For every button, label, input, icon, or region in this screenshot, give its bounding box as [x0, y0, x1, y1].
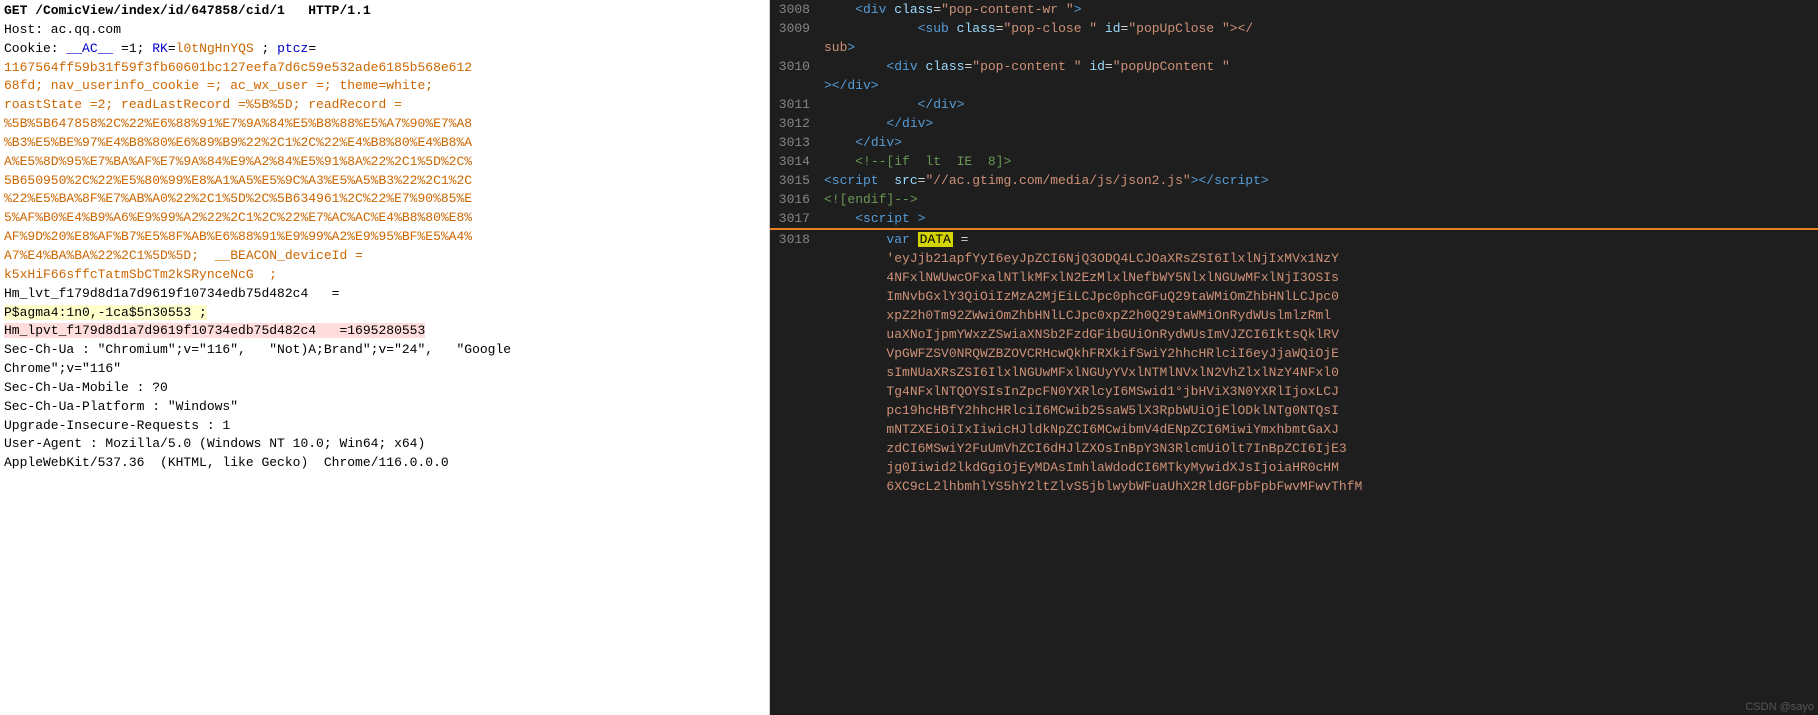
line-content-3008: <div class="pop-content-wr "> — [818, 0, 1818, 19]
code-line-v6: VpGWFZSV0NRQWZBZOVCRHcwQkhFRXkifSwiY2hhc… — [770, 344, 1818, 363]
code-line-3014: 3014 <!--[if lt IE 8]> — [770, 152, 1818, 171]
line-content-v7: sImNUaXRsZSI6IlxlNGUwMFxlNGUyYVxlNTMlNVx… — [818, 363, 1818, 382]
line-content-v1: 'eyJjb21apfYyI6eyJpZCI6NjQ3ODQ4LCJOaXRsZ… — [818, 249, 1818, 268]
line-num-v9 — [770, 401, 818, 420]
code-line-v5: uaXNoIjpmYWxzZSwiaXNSb2FzdGFibGUiOnRydWU… — [770, 325, 1818, 344]
line-num-v6 — [770, 344, 818, 363]
code-line-3009: 3009 <sub class="pop-close " id="popUpCl… — [770, 19, 1818, 38]
line-num-3013: 3013 — [770, 133, 818, 152]
line-content-v2: 4NFxlNWUwcOFxalNTlkMFxlN2EzMlxlNefbWY5Nl… — [818, 268, 1818, 287]
line-content-3016: <![endif]--> — [818, 190, 1818, 209]
line-num-v5 — [770, 325, 818, 344]
line-content-v10: mNTZXEiOiIxIiwicHJldkNpZCI6MCwibmV4dENpZ… — [818, 420, 1818, 439]
line-num-v8 — [770, 382, 818, 401]
line-num-3017: 3017 — [770, 209, 818, 228]
line-num-3008: 3008 — [770, 0, 818, 19]
line-content-v5: uaXNoIjpmYWxzZSwiaXNSb2FzdGFibGUiOnRydWU… — [818, 325, 1818, 344]
line-content-v11: zdCI6MSwiY2FuUmVhZCI6dHJlZXOsInBpY3N3Rlc… — [818, 439, 1818, 458]
code-line-3013: 3013 </div> — [770, 133, 1818, 152]
line-num-v4 — [770, 306, 818, 325]
line-content-3009: <sub class="pop-close " id="popUpClose "… — [818, 19, 1818, 38]
line-content-v12: jg0Iiwid2lkdGgiOjEyMDAsImhlaWdodCI6MTkyM… — [818, 458, 1818, 477]
line-num-v2 — [770, 268, 818, 287]
line-content-3012: </div> — [818, 114, 1818, 133]
code-line-3012: 3012 </div> — [770, 114, 1818, 133]
code-line-v13: 6XC9cL2lhbmhlYS5hY2ltZlvS5jblwybWFuaUhX2… — [770, 477, 1818, 496]
line-content-v8: Tg4NFxlNTQOYSIsInZpcFN0YXRlcyI6MSwid1°jb… — [818, 382, 1818, 401]
line-num-3009b — [770, 38, 818, 57]
line-num-v1 — [770, 249, 818, 268]
line-content-3013: </div> — [818, 133, 1818, 152]
line-num-v12 — [770, 458, 818, 477]
code-line-v3: ImNvbGxlY3QiOiIzMzA2MjEiLCJpc0phcGFuQ29t… — [770, 287, 1818, 306]
line-content-3011: </div> — [818, 95, 1818, 114]
line-content-v9: pc19hcHBfY2hhcHRlciI6MCwib25saW5lX3RpbWU… — [818, 401, 1818, 420]
code-line-v1: 'eyJjb21apfYyI6eyJpZCI6NjQ3ODQ4LCJOaXRsZ… — [770, 249, 1818, 268]
line-content-3017: <script > — [818, 209, 1818, 228]
line-num-3012: 3012 — [770, 114, 818, 133]
line-num-v7 — [770, 363, 818, 382]
line-content-3010b: ></div> — [818, 76, 1818, 95]
line-content-v6: VpGWFZSV0NRQWZBZOVCRHcwQkhFRXkifSwiY2hhc… — [818, 344, 1818, 363]
code-line-v8: Tg4NFxlNTQOYSIsInZpcFN0YXRlcyI6MSwid1°jb… — [770, 382, 1818, 401]
line-num-v11 — [770, 439, 818, 458]
line-content-3009b: sub> — [818, 38, 1818, 57]
code-line-v7: sImNUaXRsZSI6IlxlNGUwMFxlNGUyYVxlNTMlNVx… — [770, 363, 1818, 382]
right-panel: 3008 <div class="pop-content-wr "> 3009 … — [770, 0, 1818, 715]
code-line-3018: 3018 var DATA = — [770, 228, 1818, 249]
line-content-v13: 6XC9cL2lhbmhlYS5hY2ltZlvS5jblwybWFuaUhX2… — [818, 477, 1818, 496]
left-panel: GET /ComicView/index/id/647858/cid/1 HTT… — [0, 0, 770, 715]
line-content-3015: <script src="//ac.gtimg.com/media/js/jso… — [818, 171, 1818, 190]
code-line-v2: 4NFxlNWUwcOFxalNTlkMFxlN2EzMlxlNefbWY5Nl… — [770, 268, 1818, 287]
line-content-3010: <div class="pop-content " id="popUpConte… — [818, 57, 1818, 76]
code-line-3009b: sub> — [770, 38, 1818, 57]
code-line-v4: xpZ2h0Tm92ZWwiOmZhbHNlLCJpc0xpZ2h0Q29taW… — [770, 306, 1818, 325]
line-num-3014: 3014 — [770, 152, 818, 171]
code-line-3017: 3017 <script > — [770, 209, 1818, 228]
line-num-3010b — [770, 76, 818, 95]
line-num-v13 — [770, 477, 818, 496]
code-line-v9: pc19hcHBfY2hhcHRlciI6MCwib25saW5lX3RpbWU… — [770, 401, 1818, 420]
code-line-3008: 3008 <div class="pop-content-wr "> — [770, 0, 1818, 19]
code-line-v12: jg0Iiwid2lkdGgiOjEyMDAsImhlaWdodCI6MTkyM… — [770, 458, 1818, 477]
watermark: CSDN @sayo — [1745, 701, 1814, 713]
line-num-3018: 3018 — [770, 228, 818, 249]
code-line-3010: 3010 <div class="pop-content " id="popUp… — [770, 57, 1818, 76]
line-num-3016: 3016 — [770, 190, 818, 209]
line-content-v3: ImNvbGxlY3QiOiIzMzA2MjEiLCJpc0phcGFuQ29t… — [818, 287, 1818, 306]
code-line-v11: zdCI6MSwiY2FuUmVhZCI6dHJlZXOsInBpY3N3Rlc… — [770, 439, 1818, 458]
line-num-3015: 3015 — [770, 171, 818, 190]
line-content-v4: xpZ2h0Tm92ZWwiOmZhbHNlLCJpc0xpZ2h0Q29taW… — [818, 306, 1818, 325]
code-line-3015: 3015 <script src="//ac.gtimg.com/media/j… — [770, 171, 1818, 190]
line-num-3011: 3011 — [770, 95, 818, 114]
code-line-v10: mNTZXEiOiIxIiwicHJldkNpZCI6MCwibmV4dENpZ… — [770, 420, 1818, 439]
code-line-3010b: ></div> — [770, 76, 1818, 95]
line-num-v10 — [770, 420, 818, 439]
request-text: GET /ComicView/index/id/647858/cid/1 HTT… — [4, 2, 765, 473]
line-num-3010: 3010 — [770, 57, 818, 76]
code-area: 3008 <div class="pop-content-wr "> 3009 … — [770, 0, 1818, 715]
line-num-3009: 3009 — [770, 19, 818, 38]
code-line-3011: 3011 </div> — [770, 95, 1818, 114]
line-content-3014: <!--[if lt IE 8]> — [818, 152, 1818, 171]
line-content-3018: var DATA = — [818, 228, 1818, 249]
code-line-3016: 3016 <![endif]--> — [770, 190, 1818, 209]
line-num-v3 — [770, 287, 818, 306]
